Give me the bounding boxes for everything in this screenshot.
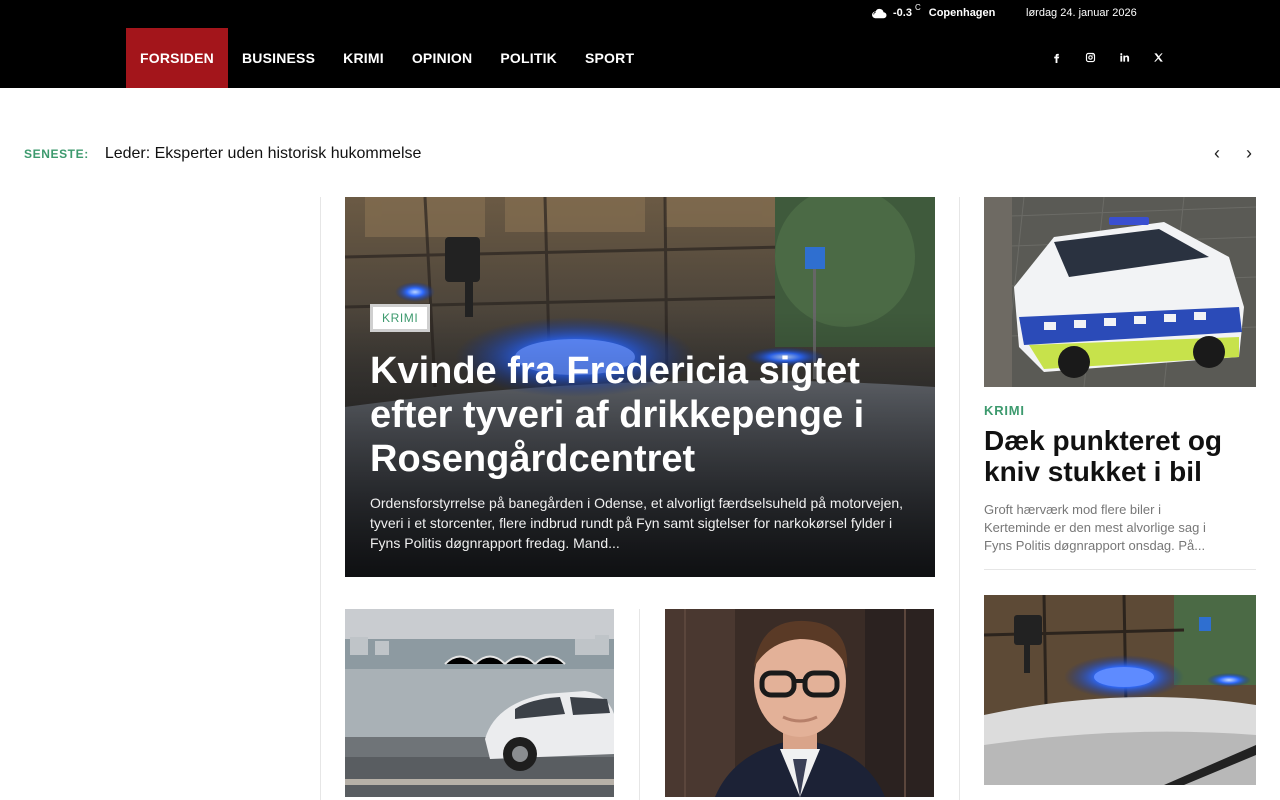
nav-item-opinion[interactable]: OPINION <box>398 28 487 88</box>
side-article-card[interactable]: KRIMI Dæk punkteret og kniv stukket i bi… <box>984 197 1256 555</box>
column-divider <box>320 197 321 800</box>
side-article-category[interactable]: KRIMI <box>984 403 1256 418</box>
x-icon[interactable] <box>1148 47 1168 67</box>
top-bar: -0.3 C Copenhagen lørdag 24. januar 2026 <box>0 0 1280 28</box>
column-divider <box>639 609 640 800</box>
featured-article[interactable]: KRIMI Kvinde fra Fredericia sigtet efter… <box>345 197 935 577</box>
side-article-image[interactable] <box>984 595 1256 785</box>
site-header: -0.3 C Copenhagen lørdag 24. januar 2026… <box>0 0 1280 88</box>
ticker-label: SENESTE: <box>24 147 89 161</box>
linkedin-icon[interactable] <box>1114 47 1134 67</box>
column-divider <box>959 197 960 800</box>
nav-item-forsiden[interactable]: FORSIDEN <box>126 28 228 88</box>
social-links <box>1046 47 1168 67</box>
chevron-right-icon[interactable]: › <box>1246 144 1256 164</box>
main-nav: FORSIDEN BUSINESS KRIMI OPINION POLITIK … <box>126 28 648 88</box>
temperature: -0.3 <box>893 7 912 19</box>
nav-item-politik[interactable]: POLITIK <box>486 28 571 88</box>
weather-widget: -0.3 C Copenhagen <box>870 2 996 20</box>
ticker-controls: ‹ › <box>1214 144 1256 164</box>
side-article-card[interactable] <box>984 595 1256 785</box>
ticker-headline[interactable]: Leder: Eksperter uden historisk hukommel… <box>105 145 422 163</box>
featured-headline[interactable]: Kvinde fra Fredericia sigtet efter tyver… <box>370 349 910 481</box>
bottom-article-image[interactable] <box>345 609 614 797</box>
bottom-article-image[interactable] <box>665 609 934 797</box>
instagram-icon[interactable] <box>1080 47 1100 67</box>
side-article-excerpt: Groft hærværk mod flere biler i Kertemin… <box>984 502 1206 553</box>
current-date: lørdag 24. januar 2026 <box>1026 7 1137 19</box>
card-divider <box>984 569 1256 570</box>
temperature-unit: C <box>914 2 921 12</box>
featured-excerpt: Ordensforstyrrelse på banegården i Odens… <box>370 495 904 551</box>
side-article-headline[interactable]: Dæk punkteret og kniv stukket i bil <box>984 425 1244 487</box>
nav-item-sport[interactable]: SPORT <box>571 28 648 88</box>
nav-item-business[interactable]: BUSINESS <box>228 28 329 88</box>
latest-news-ticker: SENESTE: Leder: Eksperter uden historisk… <box>24 140 1256 168</box>
city-name: Copenhagen <box>928 7 996 19</box>
cloud-icon <box>872 8 887 19</box>
chevron-left-icon[interactable]: ‹ <box>1214 144 1224 164</box>
nav-item-krimi[interactable]: KRIMI <box>329 28 398 88</box>
facebook-icon[interactable] <box>1046 47 1066 67</box>
side-article-image[interactable] <box>984 197 1256 387</box>
featured-category-tag[interactable]: KRIMI <box>370 304 431 332</box>
